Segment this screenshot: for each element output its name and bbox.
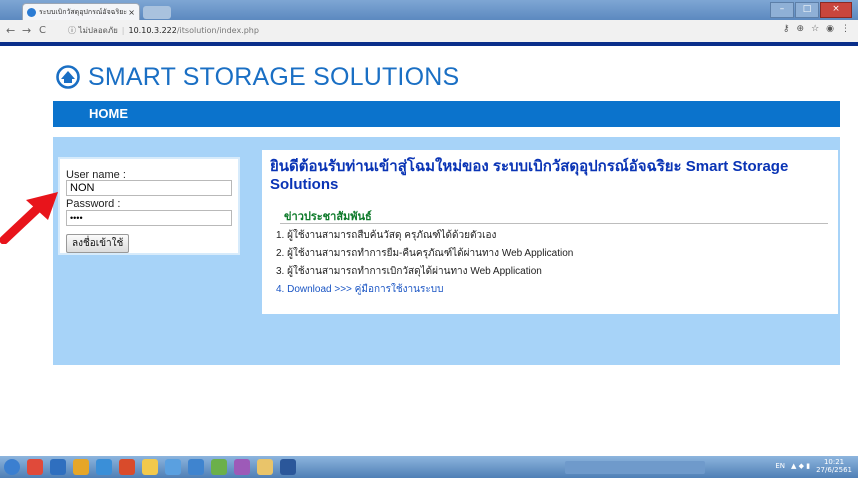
news-item: 2. ผู้ใช้งานสามารถทำการยืม-คืนครุภัณฑ์ได…	[276, 248, 574, 259]
logo-icon	[56, 65, 80, 89]
site-logo[interactable]: SMART STORAGE SOLUTIONS	[56, 60, 459, 94]
close-window-button[interactable]: ×	[820, 2, 852, 18]
app-icon[interactable]	[50, 459, 66, 475]
star-icon[interactable]: ☆	[811, 24, 819, 34]
system-tray: EN ▲ ◆ ▮ 10:21 27/6/2561	[775, 458, 852, 474]
download-manual-link[interactable]: 4. Download >>> คู่มือการใช้งานระบบ	[276, 281, 573, 299]
back-button[interactable]: ←	[6, 24, 15, 37]
app-icon[interactable]	[165, 459, 181, 475]
tray-icons[interactable]: ▲ ◆ ▮	[791, 462, 810, 470]
minimize-button[interactable]: –	[770, 2, 794, 18]
news-item: 3. ผู้ใช้งานสามารถทำการเบิกวัสดุได้ผ่านท…	[276, 266, 542, 277]
os-taskbar: EN ▲ ◆ ▮ 10:21 27/6/2561	[0, 456, 858, 478]
login-button[interactable]: ลงชื่อเข้าใช้	[66, 234, 130, 253]
tab-title: ระบบเบิกวัสดุอุปกรณ์อัจฉริยะ	[39, 8, 128, 16]
key-icon[interactable]: ⚷	[783, 24, 790, 34]
tab-favicon-icon	[27, 8, 36, 17]
maximize-button[interactable]: □	[795, 2, 819, 18]
address-bar: ← → C ⓘ ไม่ปลอดภัย | 10.10.3.222/itsolutio…	[0, 20, 858, 43]
reload-button[interactable]: C	[39, 25, 46, 36]
word-icon[interactable]	[280, 459, 296, 475]
app-icon[interactable]	[234, 459, 250, 475]
main-nav: HOME	[53, 101, 840, 127]
app-icon[interactable]	[188, 459, 204, 475]
app-icon[interactable]	[257, 459, 273, 475]
extension-icon[interactable]: ◉	[826, 24, 834, 34]
zoom-icon[interactable]: ⊕	[797, 24, 805, 34]
start-button-icon[interactable]	[4, 459, 20, 475]
app-icon[interactable]	[119, 459, 135, 475]
url-field[interactable]: ⓘ ไม่ปลอดภัย | 10.10.3.222/itsolution/inde…	[68, 23, 588, 38]
logo-text: SMART STORAGE SOLUTIONS	[88, 62, 460, 91]
taskbar-window-button[interactable]	[565, 461, 705, 474]
password-label: Password :	[66, 198, 121, 210]
chrome-icon[interactable]	[142, 459, 158, 475]
clock-date: 27/6/2561	[816, 466, 852, 474]
url-path: /itsolution/index.php	[176, 26, 259, 35]
page-top-border	[0, 42, 858, 46]
nav-home-link[interactable]: HOME	[89, 101, 128, 127]
info-icon[interactable]: ⓘ	[68, 26, 76, 35]
app-icon[interactable]	[211, 459, 227, 475]
welcome-heading: ยินดีต้อนรับท่านเข้าสู่โฉมใหม่ของ ระบบเบ…	[270, 158, 789, 193]
security-label: ไม่ปลอดภัย	[78, 26, 118, 35]
news-list: 1. ผู้ใช้งานสามารถสืบค้นวัสดุ ครุภัณฑ์ได…	[276, 227, 573, 299]
ie-icon[interactable]	[96, 459, 112, 475]
username-input[interactable]: NON	[66, 180, 232, 196]
folder-icon[interactable]	[73, 459, 89, 475]
taskbar-pinned-apps	[4, 459, 296, 475]
language-indicator[interactable]: EN	[775, 462, 785, 470]
main-content: ยินดีต้อนรับท่านเข้าสู่โฉมใหม่ของ ระบบเบ…	[262, 150, 838, 314]
news-divider	[280, 223, 828, 224]
forward-button[interactable]: →	[22, 24, 31, 37]
tab-close-button[interactable]: ×	[128, 4, 135, 20]
system-clock[interactable]: 10:21 27/6/2561	[816, 458, 852, 474]
news-item: 1. ผู้ใช้งานสามารถสืบค้นวัสดุ ครุภัณฑ์ได…	[276, 230, 497, 241]
clock-time: 10:21	[823, 458, 845, 466]
url-host: 10.10.3.222	[128, 26, 177, 35]
login-form: User name : NON Password : •••• ลงชื่อเข…	[58, 157, 240, 255]
red-arrow-icon	[0, 192, 58, 244]
menu-icon[interactable]: ⋮	[841, 24, 850, 34]
app-icon[interactable]	[27, 459, 43, 475]
browser-tab[interactable]: ระบบเบิกวัสดุอุปกรณ์อัจฉริยะ ×	[22, 3, 140, 20]
window-controls: – □ ×	[770, 2, 852, 18]
browser-toolbar-icons: ⚷ ⊕ ☆ ◉ ⋮	[783, 24, 850, 34]
new-tab-button[interactable]	[143, 6, 171, 19]
browser-titlebar: ระบบเบิกวัสดุอุปกรณ์อัจฉริยะ × – □ ×	[0, 0, 858, 20]
password-input[interactable]: ••••	[66, 210, 232, 226]
